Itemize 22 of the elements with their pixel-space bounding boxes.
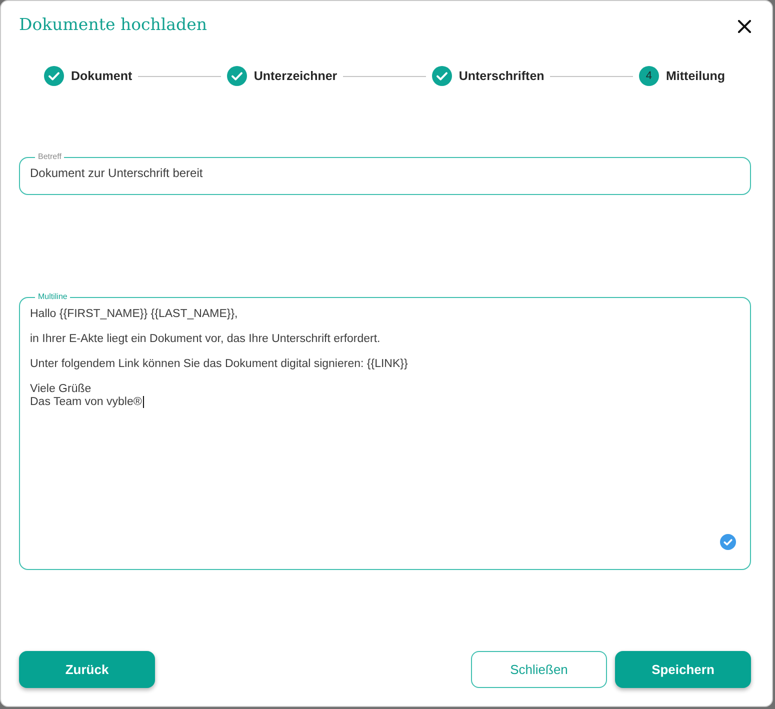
subject-field[interactable]: Betreff Dokument zur Unterschrift bereit: [19, 152, 751, 195]
step-label: Mitteilung: [666, 69, 725, 83]
field-label: Betreff: [37, 152, 62, 162]
message-line: Unter folgendem Link können Sie das Dokument digital signieren: {{LINK}}: [30, 358, 408, 370]
message-field[interactable]: [19, 292, 751, 570]
close-button[interactable]: Schließen: [471, 651, 607, 688]
step-label: Unterzeichner: [254, 69, 338, 83]
message-line: Viele Grüße: [30, 383, 92, 396]
message-line: Hallo {{FIRST_NAME}} {{LAST_NAME}},: [30, 308, 238, 320]
dialog-title: Dokumente hochladen: [19, 14, 207, 36]
back-button[interactable]: Zurück: [19, 651, 155, 688]
field-label: Multiline: [37, 292, 68, 302]
step-label: Unterschriften: [458, 69, 544, 83]
save-button[interactable]: Speichern: [615, 651, 751, 688]
check-circle-icon[interactable]: [720, 534, 736, 550]
text-cursor: [142, 396, 144, 408]
field-value: Dokument zur Unterschrift bereit: [30, 165, 204, 181]
message-line: Das Team von vyble®: [30, 396, 142, 408]
close-icon[interactable]: [738, 20, 751, 32]
message-line: in Ihrer E-Akte liegt ein Dokument vor, das Ihre Unterschrift erfordert.: [30, 333, 380, 346]
step-number: 4: [638, 66, 659, 86]
step-label: Dokument: [71, 69, 132, 83]
